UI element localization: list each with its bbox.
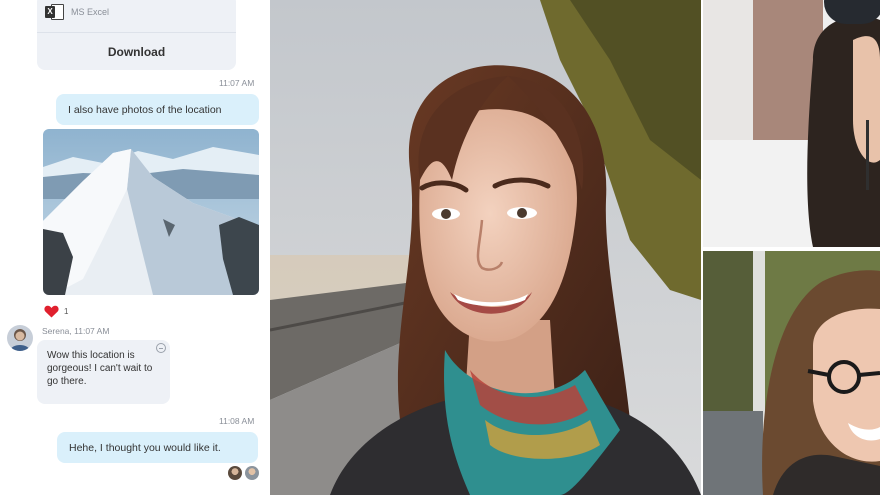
file-info: X MS Excel xyxy=(45,3,109,21)
read-receipt-avatar xyxy=(245,466,259,480)
message-timestamp: 11:08 AM xyxy=(219,416,255,426)
snowy-mountain-image xyxy=(43,129,259,295)
outgoing-message[interactable]: Hehe, I thought you would like it. xyxy=(57,432,258,463)
excel-file-icon: X xyxy=(45,3,65,21)
outgoing-message[interactable]: I also have photos of the location xyxy=(56,94,259,125)
incoming-message[interactable]: Wow this location is gorgeous! I can't w… xyxy=(37,340,170,404)
video-frame xyxy=(703,0,880,247)
message-options-icon[interactable] xyxy=(156,343,166,353)
file-attachment-card: X MS Excel Download xyxy=(37,0,236,70)
photo-attachment[interactable] xyxy=(43,129,259,295)
sender-meta: Serena, 11:07 AM xyxy=(42,326,110,336)
participant-video-top-right[interactable] xyxy=(703,0,880,247)
reaction-count: 1 xyxy=(64,306,69,316)
video-frame xyxy=(270,0,701,495)
read-receipt-avatar xyxy=(228,466,242,480)
video-frame xyxy=(703,251,880,495)
incoming-message-text: Wow this location is gorgeous! I can't w… xyxy=(47,350,153,387)
download-button[interactable]: Download xyxy=(37,33,236,70)
message-timestamp: 11:07 AM xyxy=(219,78,255,88)
file-type-label: MS Excel xyxy=(71,7,110,17)
chat-panel: X MS Excel Download 11:07 AM I also have… xyxy=(0,0,270,495)
message-reaction[interactable]: 1 xyxy=(44,302,68,320)
main-participant-video[interactable] xyxy=(270,0,701,495)
read-receipts xyxy=(228,466,262,480)
participant-video-bottom-right[interactable] xyxy=(703,251,880,495)
avatar[interactable] xyxy=(7,325,33,351)
heart-icon xyxy=(44,305,59,317)
